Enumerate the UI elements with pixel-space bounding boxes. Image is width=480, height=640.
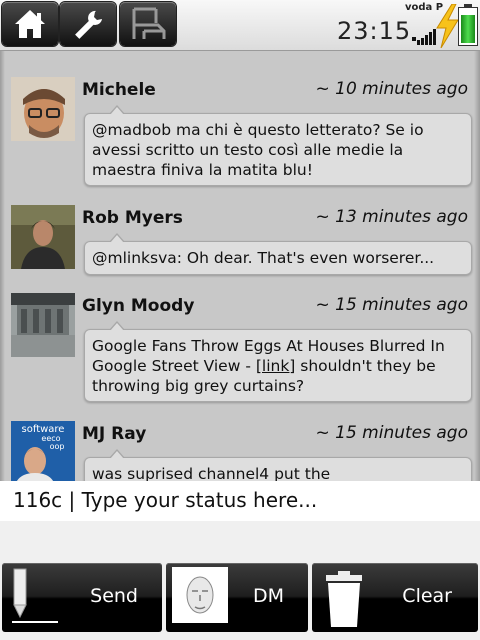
trash-icon <box>324 569 364 634</box>
avatar[interactable]: software eeco oop <box>11 421 75 481</box>
char-count: 116c <box>13 488 63 512</box>
clear-label: Clear <box>402 585 452 607</box>
settings-button[interactable] <box>60 2 116 46</box>
wrench-icon <box>71 8 105 40</box>
timeline[interactable]: Michele ~ 10 minutes ago @madbob ma chi … <box>0 51 480 481</box>
home-icon <box>13 8 47 40</box>
avatar[interactable] <box>11 293 75 357</box>
send-label: Send <box>90 585 138 607</box>
status-input[interactable]: 116c | Type your status here... <box>0 481 480 521</box>
status-placeholder: Type your status here... <box>81 488 318 512</box>
tweet-author[interactable]: Rob Myers <box>82 208 183 228</box>
tweet-time: ~ 15 minutes ago <box>315 423 468 443</box>
pen-icon <box>8 567 60 630</box>
spacer <box>0 521 480 557</box>
clock: 23:15 <box>337 17 412 45</box>
top-bar: 23:15 voda P <box>0 0 480 51</box>
battery-level <box>461 15 475 43</box>
clear-button[interactable]: Clear <box>312 563 478 632</box>
avatar[interactable] <box>11 77 75 141</box>
tweet-author[interactable]: Michele <box>82 80 156 100</box>
tweet-text: @mlinksva: Oh dear. That's even worserer… <box>84 233 472 275</box>
dm-label: DM <box>252 585 284 607</box>
dm-button[interactable]: DM <box>166 563 308 632</box>
tweet-time: ~ 13 minutes ago <box>315 207 468 227</box>
tweet-text: Google Fans Throw Eggs At Houses Blurred… <box>84 321 472 402</box>
tweet-author[interactable]: MJ Ray <box>82 424 146 444</box>
send-button[interactable]: Send <box>2 563 162 632</box>
face-icon <box>172 567 228 628</box>
lightning-bolt-icon <box>434 3 460 52</box>
chair-button[interactable] <box>120 2 176 46</box>
tweet-time: ~ 15 minutes ago <box>315 295 468 315</box>
action-bar: Send DM Clear <box>0 557 480 640</box>
tweet-text: was suprised channel4 put the <box>84 449 472 481</box>
tweet-text: @madbob ma chi è questo letterato? Se io… <box>84 105 472 186</box>
signal-dot <box>412 37 416 41</box>
avatar-text: oop <box>50 442 65 451</box>
tweet-author[interactable]: Glyn Moody <box>82 296 194 316</box>
separator: | <box>62 488 82 512</box>
battery-icon <box>458 4 478 46</box>
tweet-time: ~ 10 minutes ago <box>315 79 468 99</box>
avatar[interactable] <box>11 205 75 269</box>
home-button[interactable] <box>2 2 58 46</box>
tweet-link[interactable]: [link] <box>256 357 296 375</box>
chair-icon <box>128 5 168 43</box>
